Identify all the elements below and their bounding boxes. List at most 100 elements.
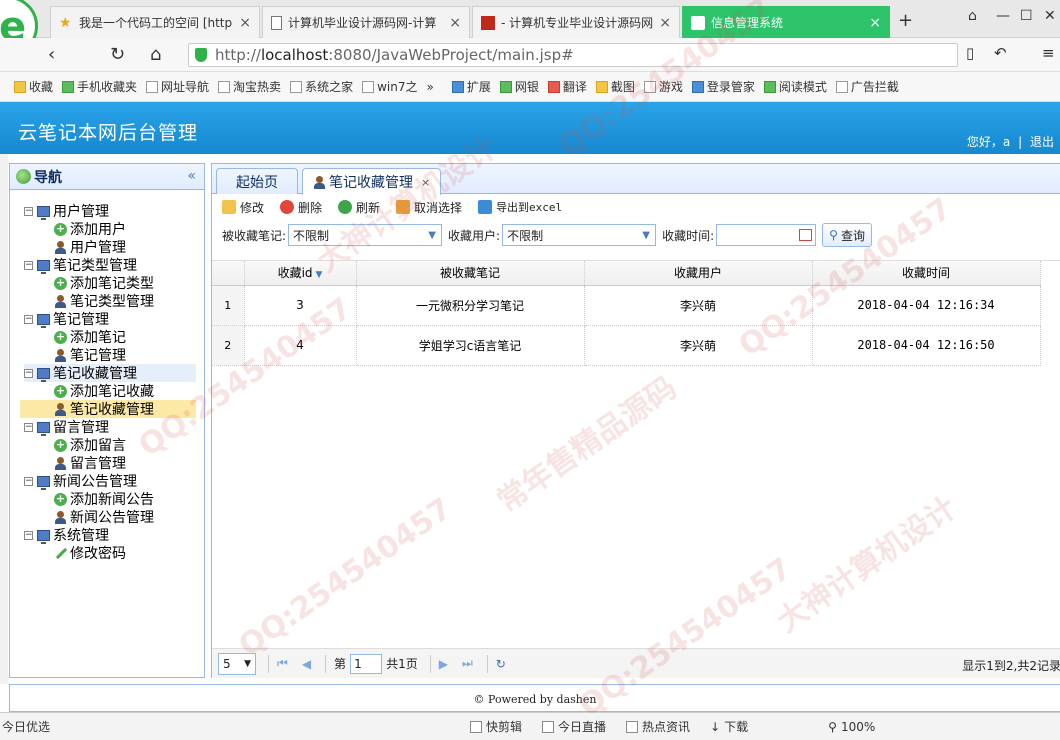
collapse-toggle-icon[interactable]: − <box>24 206 33 216</box>
zoom-level[interactable]: ⚲ 100% <box>828 720 875 734</box>
refresh-icon[interactable]: ↻ <box>496 657 506 671</box>
sidebar-item[interactable]: 用户管理 <box>24 238 196 256</box>
shirt-icon[interactable]: ⌂ <box>968 8 977 24</box>
maximize-icon[interactable]: ☐ <box>1020 8 1033 24</box>
column-header-time[interactable]: 收藏时间 <box>812 261 1041 286</box>
browser-tab-4[interactable]: 信息管理系统 × <box>682 6 890 38</box>
undo-icon[interactable]: ↶ <box>994 44 1007 62</box>
status-item[interactable]: 快剪辑 <box>470 718 522 735</box>
browser-tab-2[interactable]: 计算机毕业设计源码网-计算 × <box>262 6 470 38</box>
column-header-id[interactable]: 收藏id ▼ <box>244 261 357 286</box>
browser-tab-title: 我是一个代码工的空间 [http <box>79 16 233 30</box>
minimize-icon[interactable]: — <box>996 8 1010 24</box>
status-item[interactable]: 今日优选 <box>2 718 50 735</box>
sidebar-item[interactable]: 修改密码 <box>24 544 196 562</box>
tree-group[interactable]: − 留言管理 <box>24 418 196 436</box>
status-item[interactable]: ↓ 下载 <box>710 718 748 735</box>
prev-page-icon[interactable]: ◀ <box>302 657 311 671</box>
home-icon[interactable]: ⌂ <box>150 44 161 65</box>
page-size-select[interactable]: 5 ▼ <box>218 652 256 675</box>
phone-icon[interactable]: ▯ <box>966 44 974 62</box>
bookmark-item[interactable]: 网址导航 <box>146 78 209 95</box>
sidebar-item[interactable]: 留言管理 <box>24 454 196 472</box>
status-label: 100% <box>840 719 876 734</box>
query-button[interactable]: ⚲ 查询 <box>822 223 872 247</box>
bookmark-item[interactable]: 收藏 <box>14 78 53 95</box>
next-page-icon[interactable]: ▶ <box>439 657 448 671</box>
bookmark-item[interactable]: 广告拦截 <box>835 78 899 95</box>
collapse-toggle-icon[interactable]: − <box>24 476 33 486</box>
tree-group[interactable]: − 笔记类型管理 <box>24 256 196 274</box>
sidebar-item[interactable]: 新闻公告管理 <box>24 508 196 526</box>
table-row[interactable]: 2 4 学姐学习c语言笔记 李兴萌 2018-04-04 12:16:50 <box>212 325 1041 366</box>
collapse-toggle-icon[interactable]: − <box>24 314 33 324</box>
delete-button[interactable]: 删除 <box>280 199 322 216</box>
note-filter-select[interactable]: 不限制 ▼ <box>288 224 443 246</box>
tree-group[interactable]: − 笔记收藏管理 <box>24 364 196 382</box>
bookmark-item[interactable]: 扩展 <box>451 78 491 95</box>
logout-link[interactable]: 退出 <box>1030 135 1054 149</box>
calendar-icon[interactable] <box>799 229 813 241</box>
bookmark-item[interactable]: 翻译 <box>547 78 587 95</box>
table-row[interactable]: 1 3 一元微积分学习笔记 李兴萌 2018-04-04 12:16:34 <box>212 285 1041 326</box>
export-excel-button[interactable]: 导出到excel <box>478 199 562 215</box>
browser-tab-1[interactable]: ★ 我是一个代码工的空间 [http × <box>50 6 260 38</box>
page-number-input[interactable]: 1 <box>350 653 383 674</box>
bookmark-item[interactable]: 手机收藏夹 <box>62 78 137 95</box>
bookmark-item[interactable]: 游戏 <box>643 78 683 95</box>
bookmark-item[interactable]: 淘宝热卖 <box>218 78 281 95</box>
refresh-button[interactable]: 刷新 <box>338 199 380 216</box>
sidebar-item[interactable]: + 添加笔记类型 <box>24 274 196 292</box>
browser-tab-3[interactable]: - 计算机专业毕业设计源码网 × <box>472 6 680 38</box>
collapse-toggle-icon[interactable]: − <box>24 530 33 540</box>
status-item[interactable]: 今日直播 <box>542 718 606 735</box>
bookmark-item[interactable]: 登录管家 <box>691 78 755 95</box>
tab-home[interactable]: 起始页 <box>216 168 298 194</box>
time-filter-input[interactable] <box>716 224 817 246</box>
refresh-label: 刷新 <box>356 200 381 215</box>
close-window-icon[interactable]: ✕ <box>1044 8 1056 24</box>
sidebar-item[interactable]: 笔记收藏管理 <box>20 400 196 418</box>
first-page-icon[interactable]: ⏮ <box>277 656 288 671</box>
sidebar-item[interactable]: 笔记类型管理 <box>24 292 196 310</box>
bookmark-item[interactable]: 阅读模式 <box>763 78 827 95</box>
more-icon[interactable]: » <box>426 80 433 94</box>
sidebar-item[interactable]: + 添加笔记 <box>24 328 196 346</box>
last-page-icon[interactable]: ⏭ <box>462 656 473 671</box>
url-input[interactable]: http://localhost:8080/JavaWebProject/mai… <box>188 43 958 67</box>
column-header-note[interactable]: 被收藏笔记 <box>356 261 585 286</box>
bookmark-item[interactable]: win7之 <box>362 78 417 95</box>
tree-group[interactable]: − 系统管理 <box>24 526 196 544</box>
user-filter-select[interactable]: 不限制 ▼ <box>502 224 657 246</box>
sidebar-item[interactable]: 笔记管理 <box>24 346 196 364</box>
collapse-toggle-icon[interactable]: − <box>24 368 33 378</box>
sidebar-item[interactable]: + 添加新闻公告 <box>24 490 196 508</box>
edit-button[interactable]: 修改 <box>222 199 264 216</box>
close-icon[interactable]: × <box>659 15 671 31</box>
back-icon[interactable]: ‹ <box>48 44 55 65</box>
collapse-icon[interactable]: « <box>187 168 196 184</box>
tree-group[interactable]: − 新闻公告管理 <box>24 472 196 490</box>
tree-group[interactable]: − 用户管理 <box>24 202 196 220</box>
close-icon[interactable]: × <box>421 176 430 189</box>
browser-tab-title: 计算机毕业设计源码网-计算 <box>288 16 437 30</box>
new-tab-button[interactable]: + <box>898 10 913 31</box>
menu-icon[interactable]: ≡ <box>1042 44 1055 62</box>
tab-note-favorites[interactable]: 笔记收藏管理 × <box>302 168 442 195</box>
sidebar-item[interactable]: + 添加笔记收藏 <box>24 382 196 400</box>
status-item[interactable]: 热点资讯 <box>626 718 690 735</box>
bookmark-item[interactable]: 截图 <box>595 78 635 95</box>
close-icon[interactable]: × <box>449 15 461 31</box>
column-header-user[interactable]: 收藏用户 <box>584 261 813 286</box>
sidebar-item[interactable]: + 添加留言 <box>24 436 196 454</box>
cancel-selection-button[interactable]: 取消选择 <box>396 199 462 216</box>
close-icon[interactable]: × <box>869 15 881 31</box>
bookmark-item[interactable]: 系统之家 <box>290 78 353 95</box>
sidebar-item[interactable]: + 添加用户 <box>24 220 196 238</box>
collapse-toggle-icon[interactable]: − <box>24 422 33 432</box>
close-icon[interactable]: × <box>239 15 251 31</box>
collapse-toggle-icon[interactable]: − <box>24 260 33 270</box>
tree-group[interactable]: − 笔记管理 <box>24 310 196 328</box>
bookmark-item[interactable]: 网银 <box>499 78 539 95</box>
reload-icon[interactable]: ↻ <box>110 44 125 65</box>
